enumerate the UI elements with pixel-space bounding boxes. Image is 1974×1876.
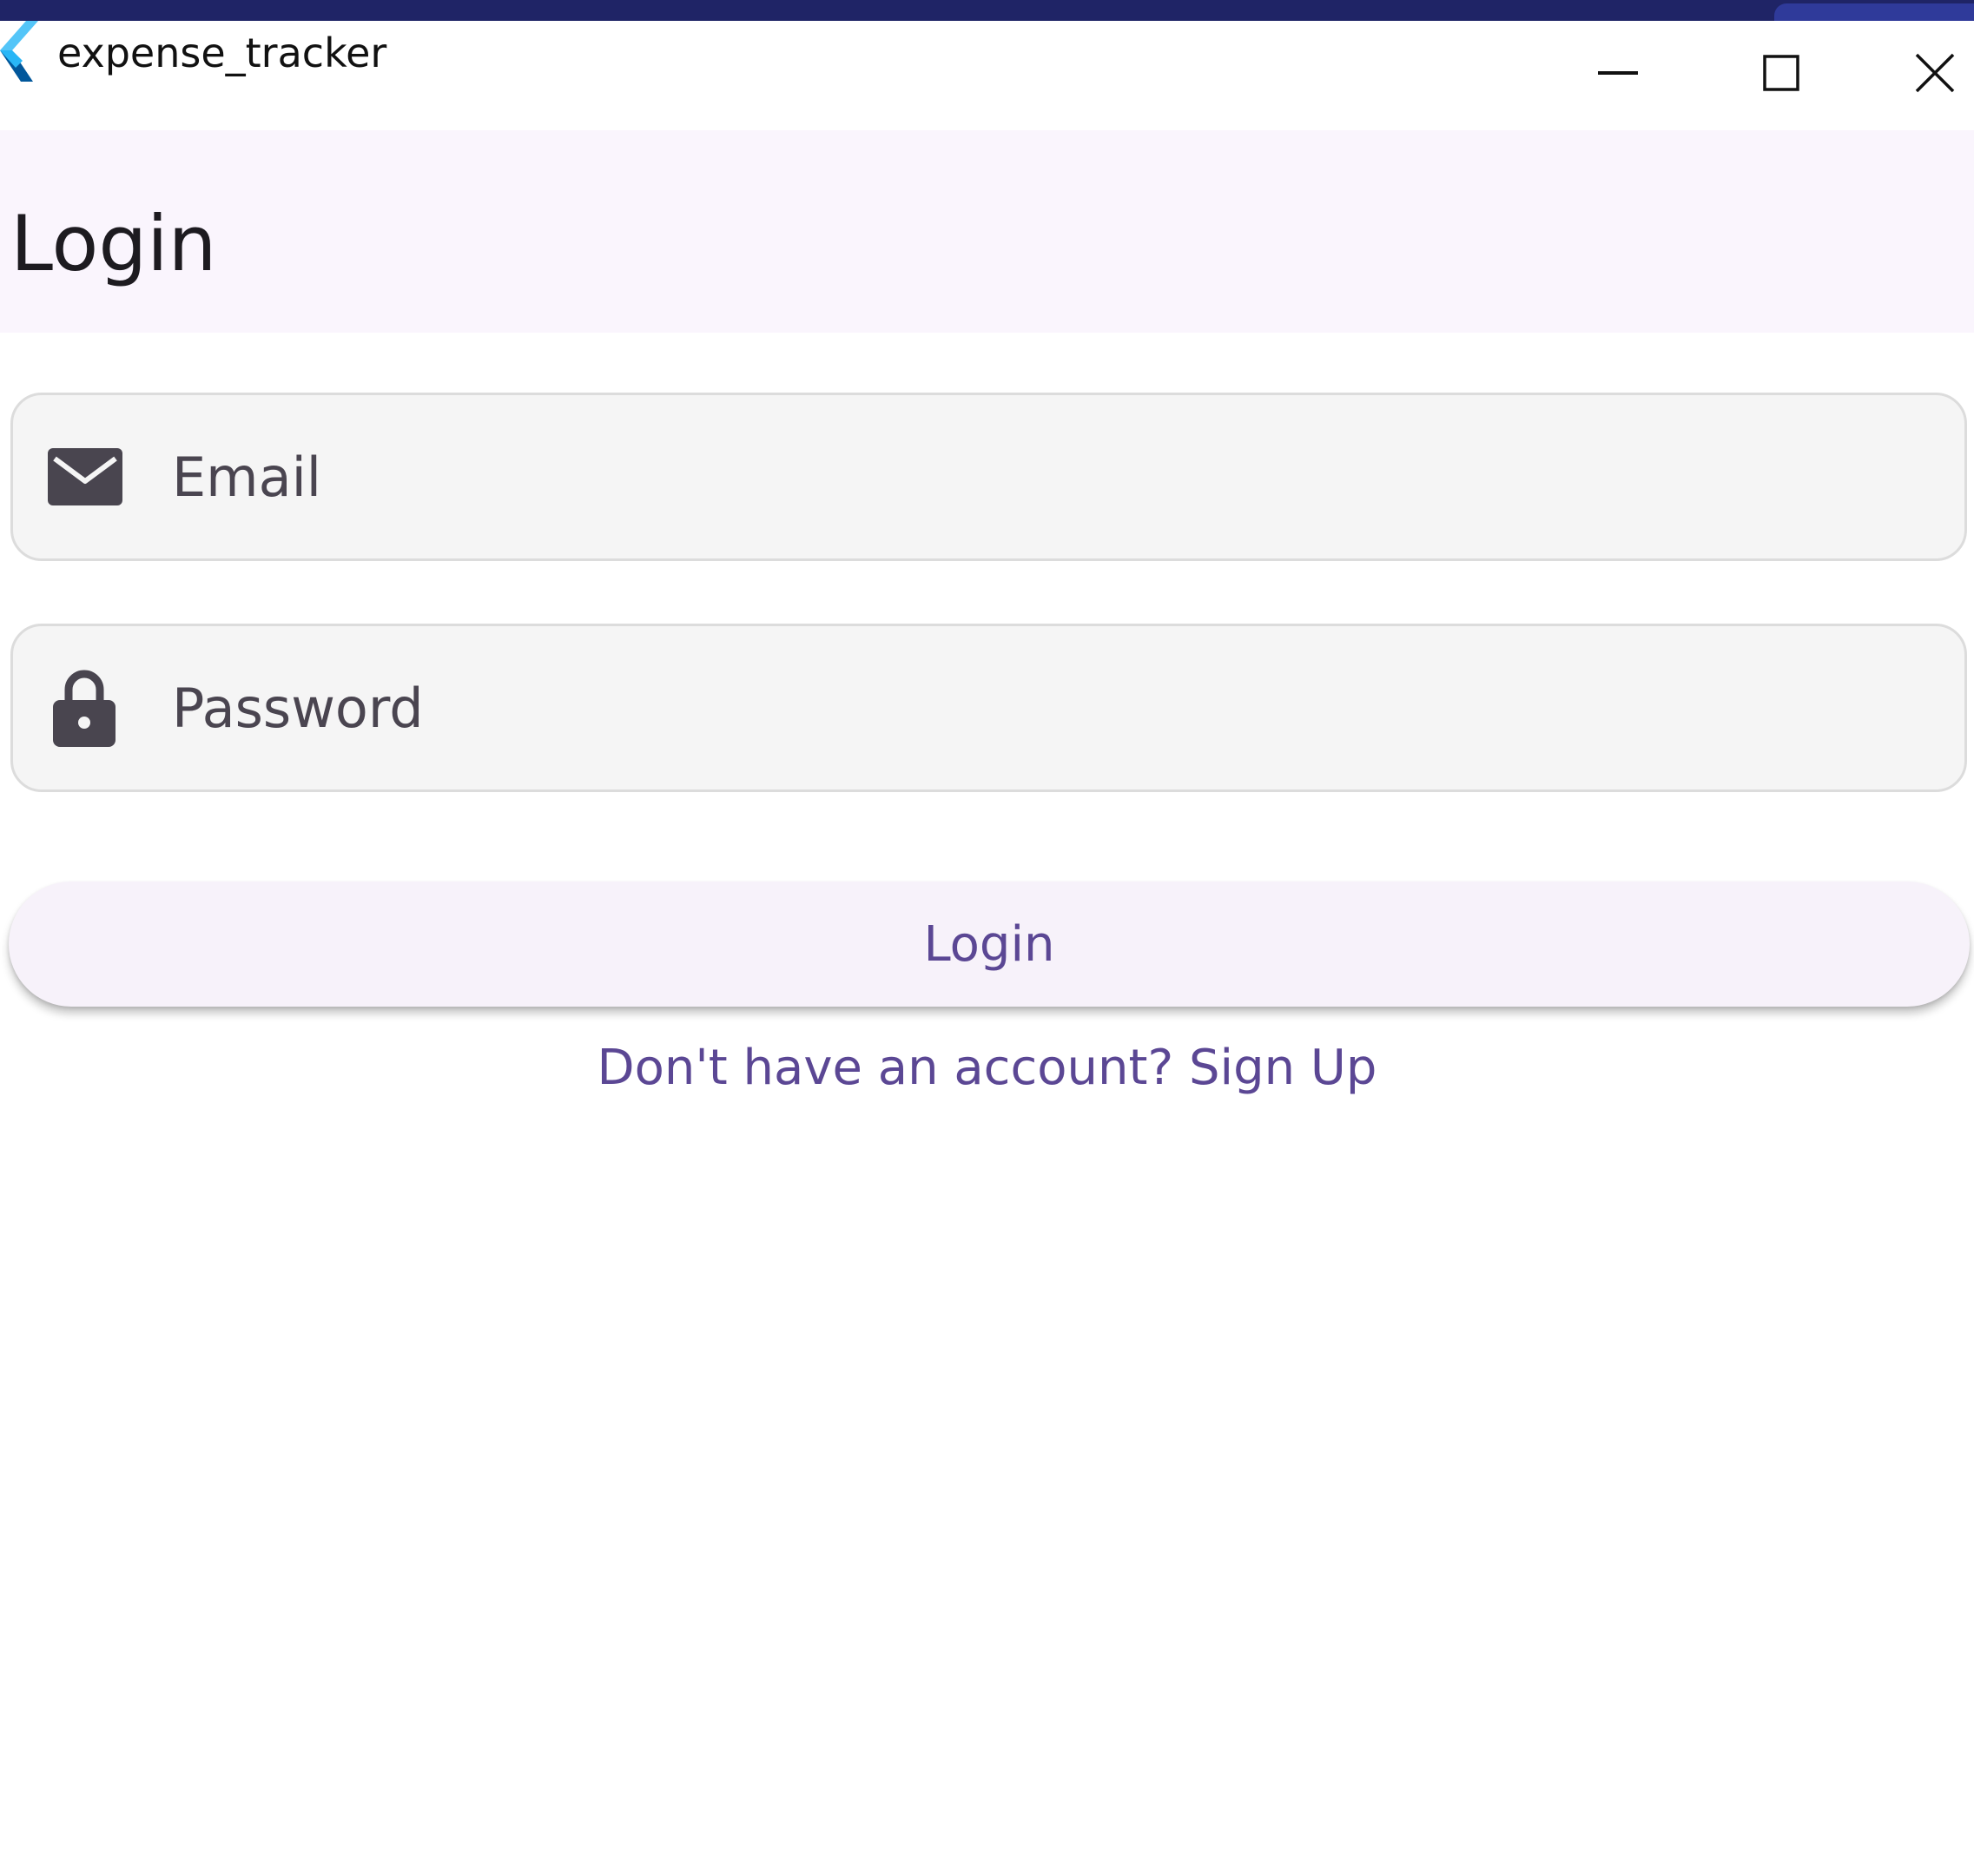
close-icon bbox=[1915, 53, 1955, 93]
maximize-icon bbox=[1763, 55, 1799, 91]
password-input[interactable] bbox=[172, 626, 1891, 789]
login-button[interactable]: Login bbox=[9, 882, 1970, 1007]
email-field-container[interactable] bbox=[10, 393, 1967, 561]
mail-icon bbox=[48, 448, 122, 505]
page-title: Login bbox=[10, 199, 217, 288]
maximize-button[interactable] bbox=[1729, 21, 1833, 125]
email-input[interactable] bbox=[172, 395, 1891, 558]
minimize-icon bbox=[1598, 71, 1638, 75]
signup-link[interactable]: Don't have an account? Sign Up bbox=[0, 1039, 1974, 1097]
minimize-button[interactable] bbox=[1566, 21, 1670, 125]
desktop-strip-accent bbox=[1774, 3, 1974, 21]
flutter-logo-icon bbox=[0, 21, 38, 82]
lock-icon bbox=[53, 669, 116, 747]
app-bar: Login bbox=[0, 130, 1974, 333]
window-title: expense_tracker bbox=[57, 30, 387, 76]
close-button[interactable] bbox=[1896, 21, 1974, 125]
password-field-container[interactable] bbox=[10, 624, 1967, 792]
desktop-strip bbox=[0, 0, 1974, 21]
